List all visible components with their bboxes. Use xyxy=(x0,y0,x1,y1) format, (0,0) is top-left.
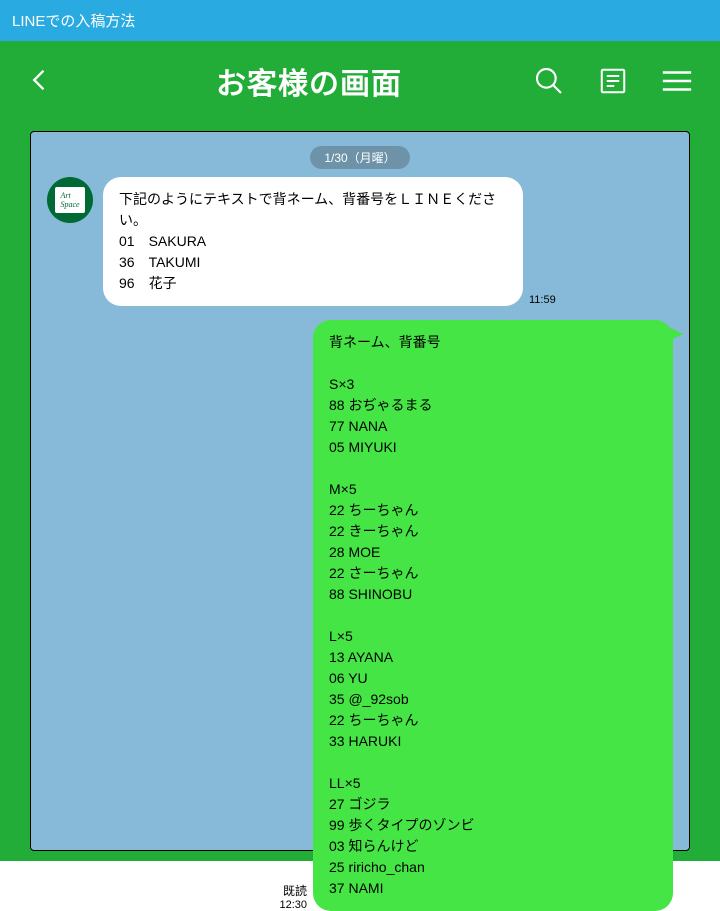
menu-icon[interactable] xyxy=(660,64,694,98)
chat-area[interactable]: 1/30（月曜） ArtSpace 下記のようにテキストで背ネーム、背番号をＬＩ… xyxy=(30,131,690,851)
outgoing-text: 背ネーム、背番号 S×3 88 おぢゃるまる 77 NANA 05 MIYUKI… xyxy=(329,332,657,899)
bubble-tail-icon xyxy=(671,328,683,340)
top-bar-title: LINEでの入稿方法 xyxy=(12,13,135,30)
outgoing-meta: 既読 12:30 xyxy=(273,320,313,911)
incoming-time: 11:59 xyxy=(529,294,556,306)
page-top-bar: LINEでの入稿方法 xyxy=(0,0,720,41)
incoming-bubble: 下記のようにテキストで背ネーム、背番号をＬＩＮＥください。 01 SAKURA … xyxy=(103,177,523,306)
avatar[interactable]: ArtSpace xyxy=(47,177,93,223)
incoming-text: 下記のようにテキストで背ネーム、背番号をＬＩＮＥください。 01 SAKURA … xyxy=(119,189,507,294)
outgoing-time: 12:30 xyxy=(279,899,307,911)
list-icon[interactable] xyxy=(596,64,630,98)
incoming-message-row: ArtSpace 下記のようにテキストで背ネーム、背番号をＬＩＮＥください。 0… xyxy=(47,177,673,306)
search-icon[interactable] xyxy=(532,64,566,98)
back-button[interactable] xyxy=(26,66,56,96)
app-header: お客様の画面 xyxy=(2,43,718,119)
incoming-meta: 11:59 xyxy=(523,177,562,306)
header-icons xyxy=(532,64,694,98)
read-label: 既読 xyxy=(283,882,307,899)
outgoing-bubble: 背ネーム、背番号 S×3 88 おぢゃるまる 77 NANA 05 MIYUKI… xyxy=(313,320,673,911)
avatar-logo: ArtSpace xyxy=(55,187,85,213)
app-title: お客様の画面 xyxy=(86,59,532,103)
outgoing-message-row: 既読 12:30 背ネーム、背番号 S×3 88 おぢゃるまる 77 NANA … xyxy=(47,320,673,911)
date-pill: 1/30（月曜） xyxy=(310,146,409,169)
phone-frame: お客様の画面 1/30（月曜） ArtSpace 下記のようにテキストで背ネーム… xyxy=(0,41,720,861)
